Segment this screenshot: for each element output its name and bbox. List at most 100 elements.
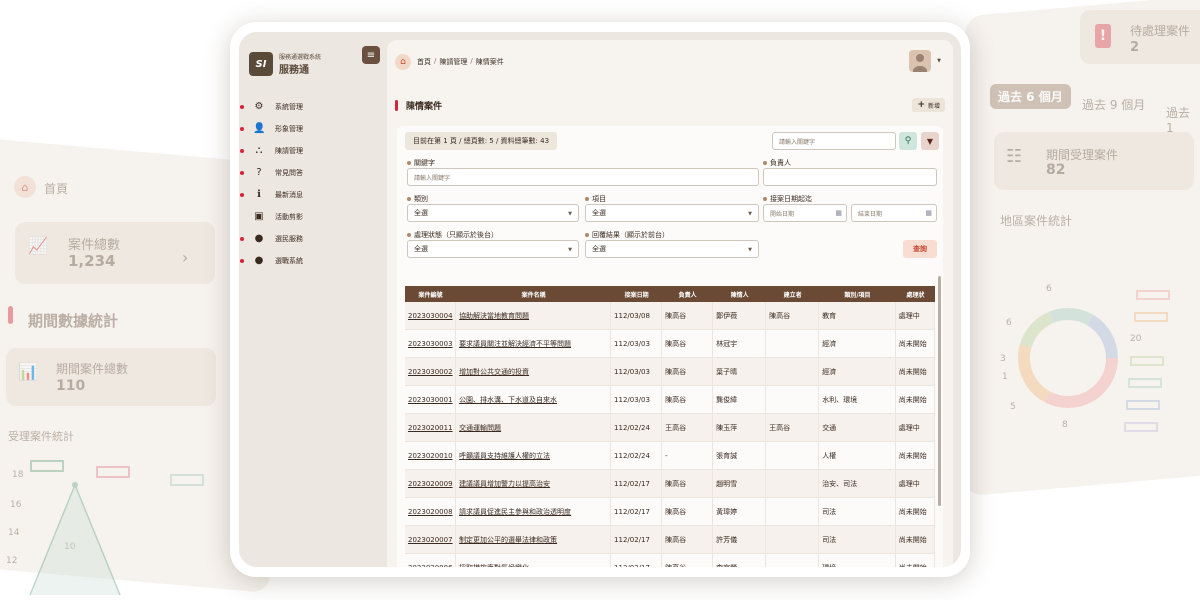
table-row[interactable]: 2023020009 建議議員增加警力以提高治安 112/02/17 陳高谷 趙明雪 治安…	[405, 470, 936, 498]
item-select[interactable]: 全選 ▼	[585, 204, 759, 222]
bg-period-received-label: 期間受理案件	[1046, 148, 1119, 162]
breadcrumb-petition[interactable]: 陳請管理	[439, 57, 467, 67]
breadcrumb-current: 陳情案件	[475, 58, 504, 66]
case-name-link[interactable]: 增加對公共交通的投資	[456, 358, 612, 385]
caret-down-icon[interactable]: ▼	[937, 58, 941, 64]
case-id-link[interactable]: 2023020011	[405, 414, 457, 441]
menu-toggle-button[interactable]: ≡	[362, 46, 380, 64]
case-id-link[interactable]: 2023030002	[405, 358, 457, 385]
sidebar-item-campaign[interactable]: ● 選戰系統	[239, 250, 385, 272]
table-cell: 司法	[819, 498, 896, 525]
info-icon: ℹ	[257, 189, 261, 200]
bg-legend-swatch	[30, 460, 64, 472]
sidebar-item-news[interactable]: ℹ 最新消息	[239, 184, 385, 206]
keyword-label: 關鍵字	[407, 158, 435, 168]
column-header[interactable]: 負責人	[662, 286, 713, 302]
table-row[interactable]: 2023030003 要求議員關注並解決經濟不平等問題 112/03/03 陳高谷 林冠…	[405, 330, 936, 358]
filter-button[interactable]: ▼	[921, 132, 939, 150]
bg-donut-label: 6	[1046, 284, 1052, 294]
table-cell: 112/02/24	[611, 414, 663, 441]
case-id-link[interactable]: 2023030004	[405, 302, 457, 329]
start-date-input[interactable]: 開始日期 ▦	[763, 204, 847, 222]
end-date-input[interactable]: 結束日期 ▦	[851, 204, 937, 222]
sidebar-item-voter-service[interactable]: ● 選民服務	[239, 228, 385, 250]
search-button[interactable]: ⚲	[899, 132, 917, 150]
case-id-link[interactable]: 2023020009	[405, 470, 457, 497]
column-header[interactable]: 陳情人	[713, 286, 766, 302]
table-cell: 尚未開始	[896, 330, 936, 357]
category-select[interactable]: 全選 ▼	[407, 204, 579, 222]
case-name-link[interactable]: 要求議員關注並解決經濟不平等問題	[456, 330, 612, 357]
status-select[interactable]: 全選 ▼	[407, 240, 579, 258]
table-row[interactable]: 2023020011 交通運輸問題 112/02/24 王高谷 陳玉萍 王高谷 交通 處理中	[405, 414, 936, 442]
table-row[interactable]: 2023020008 請求議員促進民主參與和政治透明度 112/02/17 陳高谷 黃瑋…	[405, 498, 936, 526]
sidebar-item-label: 選民服務	[275, 235, 303, 243]
case-name-link[interactable]: 公園、排水溝、下水道及自來水	[456, 386, 612, 413]
table-row[interactable]: 2023030001 公園、排水溝、下水道及自來水 112/03/03 陳高谷 龔俊緯 水…	[405, 386, 936, 414]
home-icon[interactable]: ⌂	[395, 54, 411, 70]
table-body: 2023030004 協助解決當地教育問題 112/03/08 陳高谷 鄭伊薇 陳高谷 教育…	[405, 302, 936, 567]
table-cell: 陳高谷	[662, 330, 714, 357]
category-value: 全選	[414, 209, 428, 217]
column-header[interactable]: 類別/項目	[819, 286, 896, 302]
sidebar-item-petition[interactable]: ⛬ 陳請管理	[239, 140, 385, 162]
keyword-field[interactable]: 請輸入關鍵字	[407, 168, 759, 186]
table-cell	[766, 358, 820, 385]
sidebar-item-system[interactable]: ⚙ 系統管理	[239, 96, 385, 118]
brand-name: 服務通	[279, 65, 309, 76]
question-icon: ?	[256, 167, 262, 178]
case-name-link[interactable]: 交通運輸問題	[456, 414, 612, 441]
sidebar-item-image[interactable]: 👤 形象管理	[239, 118, 385, 140]
brand: SI 服務通選戰系統 服務通	[249, 52, 321, 76]
user-avatar[interactable]	[909, 50, 931, 72]
breadcrumb-home[interactable]: 首頁	[417, 57, 431, 67]
query-button[interactable]: 查詢	[903, 240, 937, 258]
reply-select[interactable]: 全選 ▼	[585, 240, 759, 258]
nav-bullet	[240, 237, 244, 241]
bg-line-chart	[29, 482, 121, 596]
column-header[interactable]: 接案日期	[611, 286, 662, 302]
table-cell	[766, 498, 820, 525]
table-header: 案件編號 案件名稱 接案日期 負責人 陳情人 建立者 類別/項目 處理狀	[405, 286, 935, 302]
case-name-link[interactable]: 呼籲議員支持維護人權的立法	[456, 442, 612, 469]
column-header[interactable]: 案件名稱	[456, 286, 611, 302]
table-scrollbar[interactable]	[938, 276, 941, 506]
case-name-link[interactable]: 建議議員增加警力以提高治安	[456, 470, 612, 497]
table-cell: 趙明雪	[713, 470, 767, 497]
case-id-link[interactable]: 2023020010	[405, 442, 457, 469]
bg-legend-swatch	[170, 474, 204, 486]
bg-legend-swatch	[1136, 290, 1170, 300]
case-name-link[interactable]: 協助解決當地教育問題	[456, 302, 612, 329]
case-name-link[interactable]: 制定更加公平的選舉法律和政策	[456, 526, 612, 553]
case-id-link[interactable]: 2023020008	[405, 498, 457, 525]
table-cell: 教育	[819, 302, 896, 329]
bg-donut-label: 6	[1006, 318, 1012, 328]
case-name-link[interactable]: 請求議員促進民主參與和政治透明度	[456, 498, 612, 525]
owner-field[interactable]	[763, 168, 937, 186]
table-cell: 張育誠	[713, 442, 767, 469]
sidebar-item-gallery[interactable]: ▣ 活動剪影	[239, 206, 385, 228]
table-cell: 112/03/03	[611, 330, 663, 357]
add-button[interactable]: + 新增	[912, 98, 945, 112]
page-header: 陳情案件 + 新增	[395, 96, 945, 114]
table-row[interactable]: 2023030004 協助解決當地教育問題 112/03/08 陳高谷 鄭伊薇 陳高谷 教育…	[405, 302, 936, 330]
table-row[interactable]: 2023020010 呼籲議員支持維護人權的立法 112/02/24- 張育誠 人權 尚未…	[405, 442, 936, 470]
case-id-link[interactable]: 2023020006	[405, 554, 457, 567]
keyword-search-input[interactable]: 請輸入關鍵字	[772, 132, 896, 150]
case-name-link[interactable]: 採取措施應對氣候變化	[456, 554, 612, 567]
table-row[interactable]: 2023020007 制定更加公平的選舉法律和政策 112/02/17 陳高谷 許芳儀 司…	[405, 526, 936, 554]
case-id-link[interactable]: 2023030001	[405, 386, 457, 413]
column-header[interactable]: 案件編號	[405, 286, 456, 302]
table-row[interactable]: 2023030002 增加對公共交通的投資 112/03/03 陳高谷 葉子晴 經濟 尚未開…	[405, 358, 936, 386]
sidebar-item-label: 最新消息	[275, 191, 303, 199]
table-row[interactable]: 2023020006採取措施應對氣候變化112/02/17陳高谷李宛瑩 環境尚未開…	[405, 554, 936, 567]
column-header[interactable]: 建立者	[766, 286, 819, 302]
caret-down-icon: ▼	[568, 247, 572, 253]
case-id-link[interactable]: 2023030003	[405, 330, 457, 357]
column-header[interactable]: 處理狀	[896, 286, 935, 302]
calendar-icon: ▦	[835, 209, 842, 217]
breadcrumb-separator: /	[470, 57, 473, 65]
sidebar-item-faq[interactable]: ? 常見問答	[239, 162, 385, 184]
case-id-link[interactable]: 2023020007	[405, 526, 457, 553]
bg-period-value: 110	[56, 378, 86, 394]
